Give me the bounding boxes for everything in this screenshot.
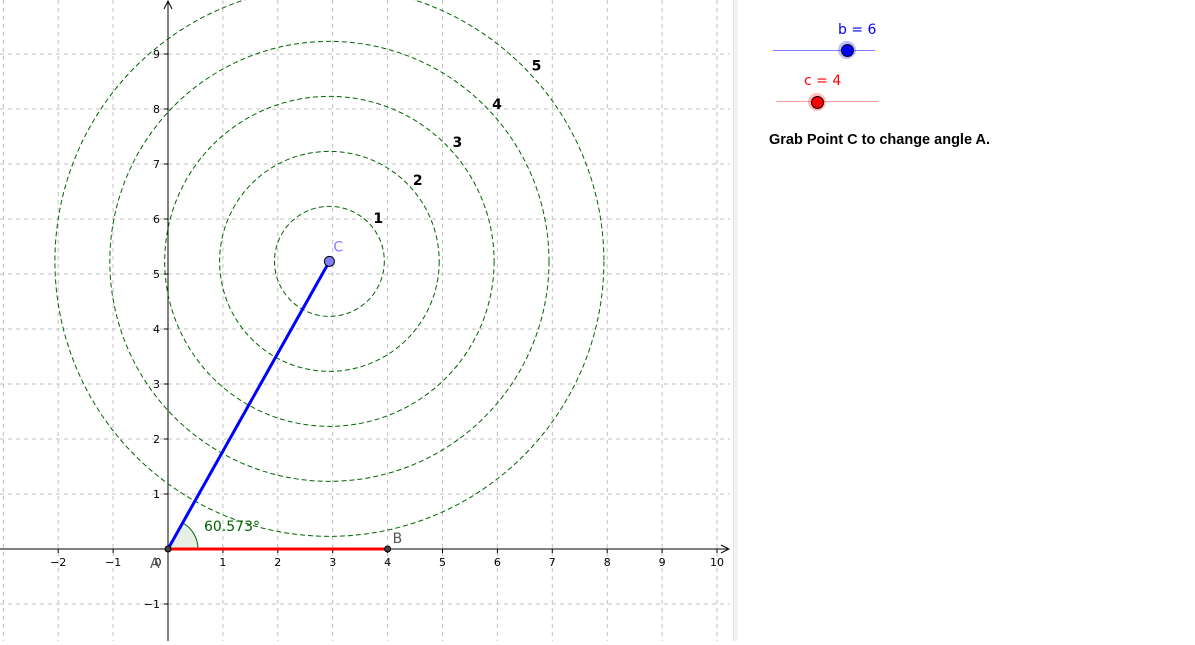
x-axis-tick-label: 6 — [494, 556, 501, 569]
x-axis-tick-label: 10 — [710, 556, 724, 569]
x-axis-tick-label: −2 — [50, 556, 66, 569]
triangle-points[interactable]: A B C — [150, 239, 402, 572]
y-axis-tick-label: 8 — [153, 103, 160, 116]
graphics-view[interactable]: −2 −1 1 2 3 4 5 6 7 8 9 10 −1 1 2 3 4 5 6 7 8 9 0 12345 60.573… — [0, 0, 731, 641]
point-b — [384, 545, 392, 553]
y-axis-tick-label: 6 — [153, 213, 160, 226]
circle-radius-label: 5 — [532, 59, 542, 75]
slider-c-knob[interactable] — [811, 96, 824, 109]
circle-radius-label: 3 — [452, 135, 462, 151]
x-axis-tick-label: 4 — [384, 556, 391, 569]
point-b-label: B — [393, 531, 403, 547]
y-axis-tick-label: 5 — [153, 268, 160, 281]
y-axis-tick-label: 3 — [153, 378, 160, 391]
x-axis-tick-label: 3 — [329, 556, 336, 569]
x-axis-tick-label: 7 — [549, 556, 556, 569]
x-axis-tick-label: 9 — [659, 556, 666, 569]
circle-radius-label: 4 — [492, 97, 502, 113]
x-axis-tick-label: 2 — [274, 556, 281, 569]
slider-c[interactable]: c = 4 — [776, 72, 886, 112]
coordinate-plane[interactable]: −2 −1 1 2 3 4 5 6 7 8 9 10−11234567890 12345 60.573… — [0, 0, 731, 641]
y-axis-tick-label: 4 — [153, 323, 160, 336]
point-a — [164, 545, 172, 553]
x-axis-tick-label: 5 — [439, 556, 446, 569]
slider-b-track[interactable] — [773, 50, 875, 51]
instruction-text: Grab Point C to change angle A. — [769, 132, 991, 148]
y-axis-tick-label: −1 — [144, 598, 160, 611]
segment-b[interactable] — [166, 260, 331, 550]
angle-a-value: 60.573° — [204, 519, 260, 535]
x-axis-tick-label: −1 — [105, 556, 121, 569]
point-a-label: A — [150, 556, 160, 572]
distance-circles: 1 2 3 4 5 — [54, 0, 605, 537]
distance-circle — [54, 0, 605, 537]
circle-radius-label: 2 — [413, 173, 423, 189]
slider-b[interactable]: b = 6 — [773, 20, 883, 60]
y-axis-tick-label: 7 — [153, 158, 160, 171]
grid-lines — [0, 0, 730, 641]
slider-c-label: c = 4 — [804, 73, 842, 89]
x-axis-tick-label: 1 — [219, 556, 226, 569]
point-c-label: C — [333, 239, 343, 255]
x-axis-tick-label: 8 — [604, 556, 611, 569]
angle-a-arc — [167, 522, 199, 550]
y-axis-tick-label: 1 — [153, 488, 160, 501]
y-axis-tick-label: 2 — [153, 433, 160, 446]
algebra-panel: b = 6 c = 4 Grab Point C to change angle… — [737, 0, 1195, 641]
circle-radius-label: 1 — [373, 211, 383, 227]
point-c[interactable] — [323, 255, 335, 267]
slider-c-track[interactable] — [776, 101, 878, 102]
axes: −2 −1 1 2 3 4 5 6 7 8 9 10−11234567890 — [0, 0, 731, 641]
slider-b-label: b = 6 — [838, 22, 877, 38]
y-axis-tick-label: 9 — [153, 48, 160, 61]
slider-b-knob[interactable] — [841, 44, 854, 57]
